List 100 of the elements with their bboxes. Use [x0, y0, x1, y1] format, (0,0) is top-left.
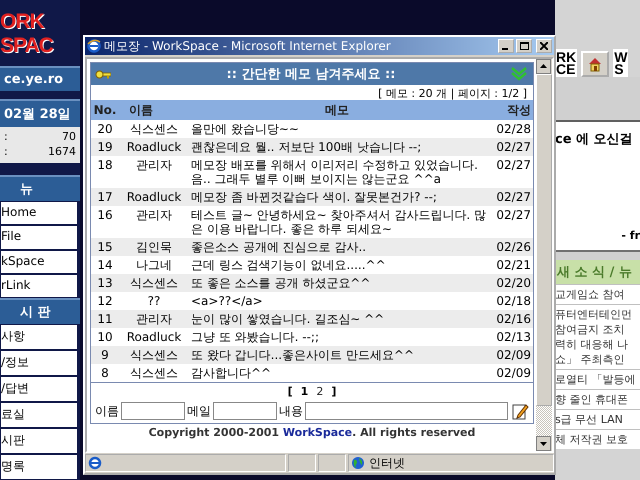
news-link[interactable]: s급 무선 LAN: [555, 409, 640, 429]
input-field[interactable]: [213, 402, 277, 420]
menu-link[interactable]: 사항: [0, 324, 80, 350]
table-cell-text: 또 좋은 소스를 공개 하셨군요^^: [190, 275, 372, 292]
table-cell-text: 02/09: [495, 365, 532, 382]
signature-text: - fr: [621, 229, 640, 242]
table-cell-text: 관리자: [135, 207, 173, 224]
menu-link[interactable]: /답변: [0, 376, 80, 402]
table-cell-text: 테스트 글~ 안녕하세요~ 찾아주셔서 감사드립니다. 많은 이용 바랍니다. 좋은 하루 되세요~: [190, 207, 487, 238]
menu-link[interactable]: 료실: [0, 402, 80, 428]
section-header: 시 판: [0, 298, 80, 324]
field-label: 내용: [279, 402, 303, 420]
menu-link[interactable]: Home: [0, 201, 80, 226]
zone-label: 인터넷: [369, 454, 405, 472]
maximize-button[interactable]: [516, 39, 532, 53]
table-cell-text: 11: [96, 311, 114, 328]
table-cell-text: 02/27: [495, 157, 532, 174]
table-cell-text: 8: [100, 365, 110, 382]
scrollbar[interactable]: [536, 59, 552, 451]
news-link[interactable]: 퓨터엔터테인먼 참여금지 조치 력히 대응해 나 쇼」 주최측인: [555, 304, 640, 369]
menu-link[interactable]: 시판: [0, 428, 80, 454]
table-cell-text: 02/28: [495, 121, 532, 138]
table-cell-text: 9: [100, 347, 110, 364]
section-header: 새 소 식 / 뉴: [555, 260, 640, 284]
table-cell-text: 02/13: [495, 329, 532, 346]
table-cell-text: 식스센스: [129, 347, 179, 364]
field-label: 이름: [95, 402, 119, 420]
stat-label: :: [4, 130, 8, 145]
table-cell-text: Roadluck: [126, 189, 182, 206]
menu-link[interactable]: 명록: [0, 454, 80, 480]
key-icon: [95, 70, 111, 78]
table-cell-text: 13: [96, 275, 114, 292]
column-header: No.: [92, 102, 118, 119]
news-link[interactable]: 로열티 「발등에: [555, 369, 640, 389]
table-cell-text: 메모장 배포를 위해서 이리저리 수정하고 있었습니다. 음.. 그래두 별루 이뻐 보이지는 않는군요 ^^a: [190, 157, 479, 188]
site-url: ce.ye.ro: [0, 66, 80, 91]
minimize-button[interactable]: [498, 39, 514, 53]
home-icon: [587, 56, 604, 72]
table-cell-text: 02/16: [495, 311, 532, 328]
column-header: 메모: [324, 102, 350, 119]
logo-text: W S: [613, 49, 628, 77]
logo-text: ORK: [0, 10, 46, 34]
table-cell-text: 눈이 많이 쌓였습니다. 길조심~ ^^: [190, 311, 386, 328]
table-cell-text: 02/09: [495, 347, 532, 364]
news-link[interactable]: 체 저작권 보호: [555, 429, 640, 449]
scroll-up-icon: [536, 59, 551, 74]
input-field[interactable]: [121, 402, 185, 420]
close-button[interactable]: [536, 39, 552, 53]
stat-value: 1674: [48, 145, 76, 160]
column-header: 작성: [506, 102, 532, 119]
table-cell-text: Roadluck: [126, 139, 182, 156]
table-cell-text: 02/20: [495, 275, 532, 292]
table-cell-text: 02/18: [495, 293, 532, 310]
chevron-down-icon: [511, 67, 527, 81]
news-link[interactable]: 교게임쇼 참여: [555, 284, 640, 304]
table-cell-text: 나그네: [135, 257, 173, 274]
table-cell-text: 식스센스: [129, 275, 179, 292]
stat-value: 70: [62, 130, 76, 145]
scroll-down-icon: [536, 436, 551, 451]
date-label: 02월 28일: [0, 99, 80, 127]
menu-link[interactable]: kSpace: [0, 250, 80, 274]
table-cell-text: <a>??</a>: [190, 293, 264, 310]
memo-title: :: 간단한 메모 남겨주세요 ::: [226, 66, 396, 83]
close-icon: [540, 42, 548, 50]
table-cell-text: 식스센스: [129, 121, 179, 138]
home-button[interactable]: [581, 51, 610, 77]
maximize-icon: [520, 42, 528, 50]
logo-text: RK CE: [555, 49, 578, 77]
scroll-thumb[interactable]: [536, 74, 552, 406]
window-title: 메모장 - WorkSpace - Microsoft Internet Explorer: [104, 38, 392, 54]
column-header: 이름: [128, 102, 154, 119]
table-cell-text: 16: [96, 207, 114, 224]
table-cell-text: 18: [96, 157, 114, 174]
table-cell-text: 14: [96, 257, 114, 274]
write-button[interactable]: [510, 402, 529, 420]
memo-summary: [ 메모 : 20 개 | 페이지 : 1/2 ]: [377, 86, 528, 100]
table-cell-text: 식스센스: [129, 365, 179, 382]
table-cell-text: 20: [96, 121, 114, 138]
copyright-text: Copyright 2000-2001 WorkSpace. All rights reserved: [148, 425, 476, 441]
table-cell-text: 02/27: [495, 207, 532, 224]
logo-text: SPAC: [0, 34, 54, 58]
section-header: 뉴: [0, 175, 80, 201]
pager-bracket: ]: [331, 385, 336, 398]
table-cell-text: 02/27: [495, 139, 532, 156]
menu-link[interactable]: /정보: [0, 350, 80, 376]
pager-bracket: [: [288, 385, 293, 398]
table-cell-text: 19: [96, 139, 114, 156]
menu-link[interactable]: File: [0, 225, 80, 250]
table-cell-text: 15: [96, 239, 114, 256]
table-cell-text: 메모장 좀 바뀐것같습다 색이. 잘못본건가? --;: [190, 189, 438, 206]
table-cell-text: ??: [146, 293, 162, 310]
input-field[interactable]: [305, 402, 508, 420]
table-cell-text: 02/27: [495, 189, 532, 206]
page-link[interactable]: 2: [316, 385, 324, 398]
menu-link[interactable]: rLink: [0, 274, 80, 298]
globe-icon: [351, 456, 365, 470]
page-link[interactable]: 1: [300, 385, 308, 398]
news-link[interactable]: 향 줄인 휴대폰: [555, 389, 640, 409]
table-cell-text: 관리자: [135, 311, 173, 328]
pencil-icon: [512, 402, 529, 420]
